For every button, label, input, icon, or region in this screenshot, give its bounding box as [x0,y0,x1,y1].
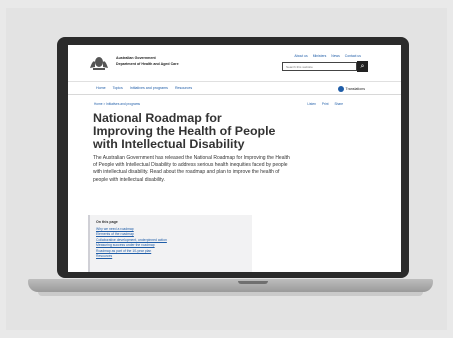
main-nav: Home Topics Initiatives and programs Res… [96,86,192,90]
nav-home[interactable]: Home [96,86,106,90]
gov-name: Australian Government [116,56,156,60]
translations-label: Translations [345,87,365,91]
share-button[interactable]: Share [334,102,343,106]
util-link-news[interactable]: News [331,54,339,58]
laptop-shadow [38,292,423,296]
department-name: Department of Health and Aged Care [116,62,179,66]
otp-link-resources[interactable]: Resources [96,254,167,259]
page-actions: Listen Print Share [307,102,343,106]
nav-initiatives[interactable]: Initiatives and programs [130,86,168,90]
on-this-page-panel: On this page Why we need a roadmap Eleme… [88,215,252,272]
laptop-screen: Australian Government Department of Heal… [68,45,401,272]
utility-links: About us Ministers News Contact us [294,54,361,58]
breadcrumb[interactable]: Home > Initiatives and programs [94,102,140,106]
page-title: National Roadmap for Improving the Healt… [93,111,276,152]
on-this-page-title: On this page [96,220,118,224]
util-link-about[interactable]: About us [294,54,307,58]
header-divider [68,81,401,82]
globe-icon [337,86,344,92]
nav-topics[interactable]: Topics [113,86,123,90]
translations-link[interactable]: Translations [337,86,365,92]
util-link-ministers[interactable]: Ministers [313,54,327,58]
laptop-base [28,279,433,292]
search-button[interactable]: ⌕ [357,61,368,72]
print-button[interactable]: Print [322,102,329,106]
coat-of-arms-icon [90,57,108,70]
laptop-notch [238,281,268,284]
on-this-page-list: Why we need a roadmap Elements of the ro… [96,227,167,259]
listen-button[interactable]: Listen [307,102,316,106]
util-link-contact[interactable]: Contact us [345,54,361,58]
page-intro: The Australian Government has released t… [93,155,290,183]
search-icon: ⌕ [360,63,365,70]
search-input[interactable]: Search this website [282,62,357,71]
nav-resources[interactable]: Resources [175,86,192,90]
nav-divider [68,94,401,95]
